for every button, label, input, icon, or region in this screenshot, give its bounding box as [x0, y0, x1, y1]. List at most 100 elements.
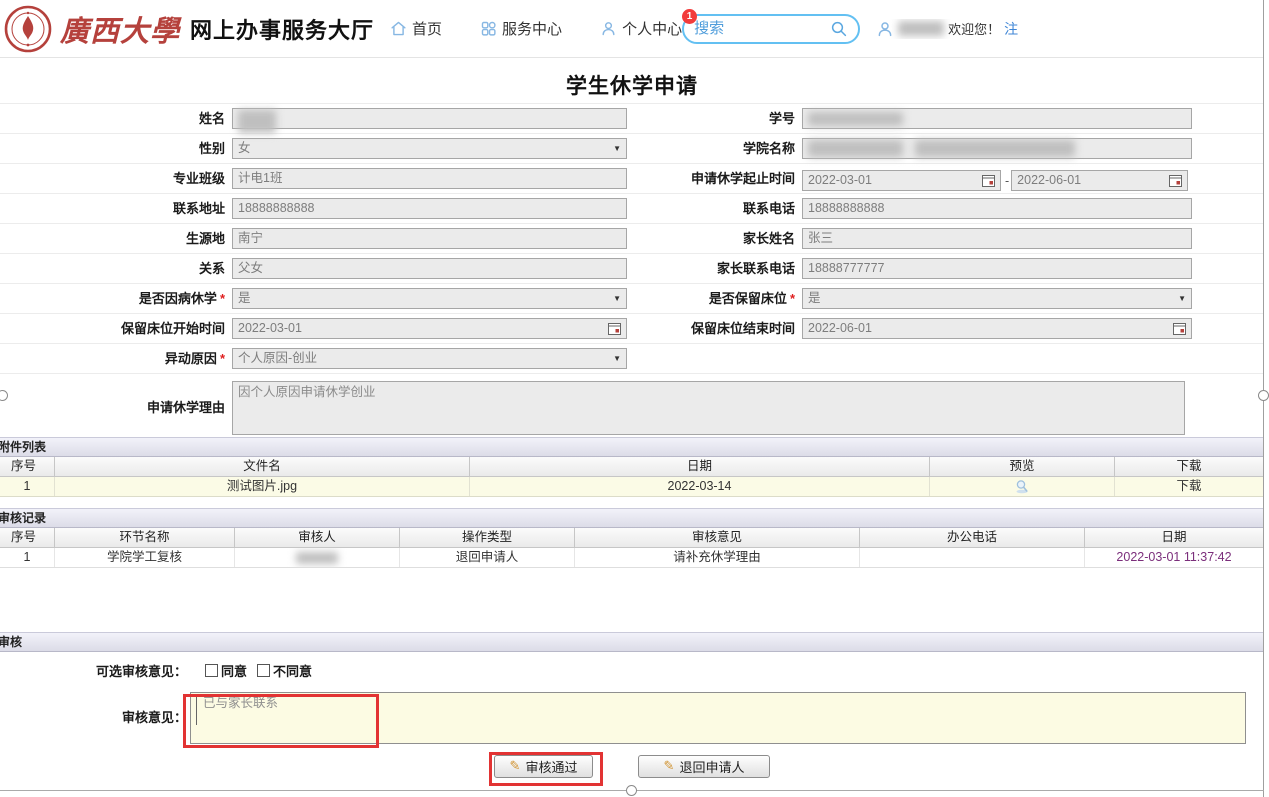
column-header: 序号	[0, 528, 55, 547]
person-icon	[600, 20, 617, 37]
nav-home[interactable]: 首页	[390, 18, 442, 39]
pencil-icon: ✎	[664, 760, 675, 773]
keep-bed-select[interactable]: 是▼	[802, 288, 1192, 309]
form-row: 专业班级 计电1班 申请休学起止时间 2022-03-01 - 2022-06-…	[0, 164, 1264, 194]
resize-handle-right[interactable]	[1258, 390, 1269, 401]
calendar-icon[interactable]	[1169, 174, 1182, 187]
field-label: 保留床位开始时间	[0, 314, 225, 343]
college-name-field[interactable]	[802, 138, 1192, 159]
auditor-redacted	[296, 552, 338, 564]
chevron-down-icon: ▼	[613, 349, 621, 368]
form-row: 性别 女▼ 学院名称	[0, 134, 1264, 164]
form-row: 姓名 学号	[0, 104, 1264, 134]
university-name: 廣西大學	[60, 8, 180, 50]
column-header: 操作类型	[400, 528, 575, 547]
gender-select[interactable]: 女▼	[232, 138, 627, 159]
audit-buttons-row: ✎ 审核通过 ✎ 退回申请人	[0, 755, 1264, 778]
contact-phone-field[interactable]: 18888888888	[802, 198, 1192, 219]
name-field[interactable]	[232, 108, 627, 129]
nav-personal-center[interactable]: 个人中心 1	[600, 18, 682, 39]
field-label: 联系地址	[0, 194, 225, 223]
resize-handle-bottom[interactable]	[626, 785, 637, 796]
attachment-no: 1	[0, 477, 55, 496]
portal-title: 网上办事服务大厅	[190, 13, 374, 45]
attachments-section: 附件列表 序号 文件名 日期 预览 下载 1 测试图片.jpg 2022-03-…	[0, 437, 1264, 497]
form-row: 保留床位开始时间 2022-03-01 保留床位结束时间 2022-06-01	[0, 314, 1264, 344]
field-label: 家长联系电话	[635, 254, 795, 283]
field-label: 专业班级	[0, 164, 225, 193]
audit-section-bar: 审核	[0, 632, 1264, 652]
field-label: 家长姓名	[635, 224, 795, 253]
agree-option[interactable]: 同意	[205, 661, 247, 680]
optional-opinions-row: 可选审核意见： 同意 不同意	[0, 660, 1264, 680]
leave-application-form: 姓名 学号 性别 女▼ 学院名称 专业班级	[0, 103, 1264, 443]
column-header: 办公电话	[860, 528, 1085, 547]
return-to-applicant-button[interactable]: ✎ 退回申请人	[638, 755, 770, 778]
disagree-checkbox[interactable]	[257, 664, 270, 677]
nav-home-label: 首页	[412, 18, 442, 39]
download-link[interactable]: 下载	[1176, 477, 1201, 496]
name-redacted	[238, 110, 276, 133]
bed-start-date-field[interactable]: 2022-03-01	[232, 318, 627, 339]
hometown-field[interactable]: 南宁	[232, 228, 627, 249]
main-nav: 首页 服务中心 个人中心 1	[390, 18, 682, 39]
required-asterisk: *	[220, 291, 225, 306]
parent-phone-field[interactable]: 18888777777	[802, 258, 1192, 279]
leave-date-range: 2022-03-01 - 2022-06-01	[802, 168, 1188, 193]
calendar-icon[interactable]	[608, 322, 621, 335]
sick-leave-select[interactable]: 是▼	[232, 288, 627, 309]
calendar-icon[interactable]	[982, 174, 995, 187]
review-phone	[860, 548, 1085, 567]
bed-end-date-field[interactable]: 2022-06-01	[802, 318, 1192, 339]
notification-badge[interactable]: 1	[682, 9, 697, 24]
chevron-down-icon: ▼	[1178, 289, 1186, 308]
preview-magnifier-icon[interactable]	[1014, 479, 1030, 494]
leave-reason-textarea[interactable]: 因个人原因申请休学创业	[232, 381, 1185, 435]
university-seal-logo	[4, 5, 52, 53]
leave-end-date-field[interactable]: 2022-06-01	[1011, 170, 1188, 191]
nav-service-center[interactable]: 服务中心	[480, 18, 562, 39]
logout-link[interactable]: 注	[1004, 19, 1018, 39]
column-header: 文件名	[55, 457, 470, 476]
student-id-field[interactable]	[802, 108, 1192, 129]
search-icon[interactable]	[830, 20, 848, 38]
review-records-section: 审核记录 序号 环节名称 审核人 操作类型 审核意见 办公电话 日期 1 学院学…	[0, 508, 1264, 568]
search-input[interactable]	[694, 20, 830, 37]
disagree-option[interactable]: 不同意	[257, 661, 312, 680]
column-header: 下载	[1115, 457, 1264, 476]
field-label: 学号	[635, 104, 795, 133]
form-row: 异动原因* 个人原因-创业▼	[0, 344, 1264, 374]
column-header: 序号	[0, 457, 55, 476]
review-row: 1 学院学工复核 退回申请人 请补充休学理由 2022-03-01 11:37:…	[0, 548, 1264, 568]
attachments-section-bar: 附件列表	[0, 437, 1264, 457]
review-step: 学院学工复核	[55, 548, 235, 567]
search-box[interactable]	[682, 14, 860, 44]
chevron-down-icon: ▼	[613, 289, 621, 308]
contact-address-field[interactable]: 18888888888	[232, 198, 627, 219]
review-operation: 退回申请人	[400, 548, 575, 567]
form-row: 申请休学理由 因个人原因申请休学创业	[0, 374, 1264, 443]
column-header: 预览	[930, 457, 1115, 476]
red-highlight-comment-box	[183, 694, 379, 748]
grid-icon	[480, 20, 497, 37]
attachment-date: 2022-03-14	[470, 477, 930, 496]
agree-label: 同意	[221, 661, 247, 680]
calendar-icon[interactable]	[1173, 322, 1186, 335]
parent-name-field[interactable]: 张三	[802, 228, 1192, 249]
attachment-filename: 测试图片.jpg	[55, 477, 470, 496]
field-label: 生源地	[0, 224, 225, 253]
student-id-redacted	[808, 112, 903, 126]
leave-start-date-field[interactable]: 2022-03-01	[802, 170, 1001, 191]
agree-checkbox[interactable]	[205, 664, 218, 677]
optional-opinions-label: 可选审核意见：	[0, 661, 187, 680]
review-no: 1	[0, 548, 55, 567]
field-label: 异动原因*	[0, 344, 225, 373]
user-area: 欢迎您！ 注	[876, 19, 1263, 39]
major-class-field[interactable]: 计电1班	[232, 168, 627, 189]
form-row: 是否因病休学* 是▼ 是否保留床位* 是▼	[0, 284, 1264, 314]
user-avatar-icon[interactable]	[876, 20, 894, 38]
disagree-label: 不同意	[273, 661, 312, 680]
field-label: 联系电话	[635, 194, 795, 223]
change-reason-select[interactable]: 个人原因-创业▼	[232, 348, 627, 369]
relationship-field[interactable]: 父女	[232, 258, 627, 279]
